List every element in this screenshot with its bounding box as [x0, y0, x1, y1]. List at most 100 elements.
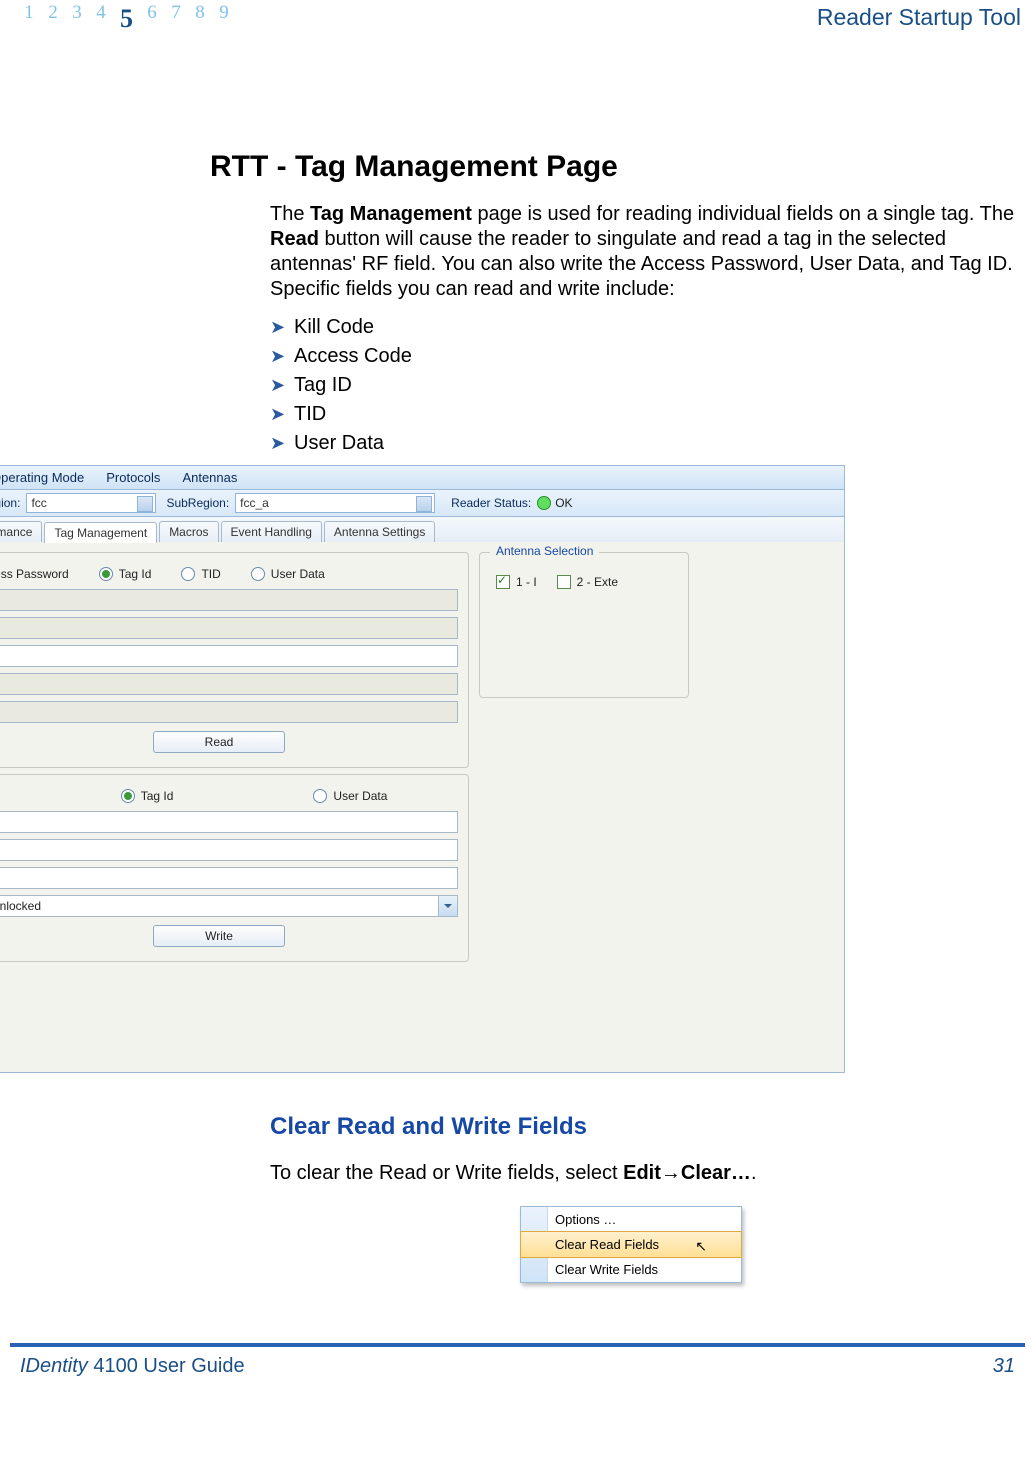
reader-status-label: Reader Status: — [451, 496, 531, 510]
edit-menu: Options … Clear Read Fields ↖ Clear Write F… — [520, 1206, 742, 1283]
chapter-number: 6 — [147, 2, 157, 32]
footer-page-number: 31 — [993, 1355, 1015, 1378]
tab[interactable]: Tag Performance — [0, 521, 42, 542]
read-field-row: User Data: — [0, 701, 458, 723]
write-field-row: Access Password: — [0, 839, 458, 861]
antenna-2-checkbox[interactable]: 2 - Exte — [557, 575, 618, 589]
footer-left: IDentity 4100 User Guide — [20, 1355, 245, 1378]
menu-item-label: Clear Read Fields — [555, 1237, 659, 1252]
edit-menu-item[interactable]: Options … — [521, 1207, 741, 1232]
tab[interactable]: Event Handling — [221, 521, 322, 542]
read-radio[interactable]: Access Password — [0, 567, 69, 581]
menu-item[interactable]: Operating Mode — [0, 470, 84, 485]
write-newtagid-input[interactable] — [0, 867, 458, 889]
subregion-value: fcc_a — [240, 496, 269, 510]
bullet-list: ➤Kill Code➤Access Code➤Tag ID➤TID➤User D… — [210, 316, 1025, 455]
subregion-label: SubRegion: — [166, 496, 229, 510]
write-tagid-input[interactable] — [0, 811, 458, 833]
read-tagid-input[interactable] — [0, 645, 458, 667]
list-item: ➤Tag ID — [270, 374, 1025, 397]
edit-menu-item[interactable]: Clear Write Fields — [521, 1257, 741, 1282]
edit-menu-item[interactable]: Clear Read Fields ↖ — [520, 1231, 742, 1258]
menu-item-label: Options … — [555, 1212, 616, 1227]
write-radio[interactable]: Tag Id — [121, 789, 174, 803]
read-radio[interactable]: TID — [181, 567, 220, 581]
section-title: RTT - Tag Management Page — [210, 150, 1025, 184]
antenna-1-checkbox[interactable]: 1 - I — [496, 575, 537, 589]
lock-value: Unlocked — [0, 899, 41, 913]
read-field-row: Kill Code: — [0, 589, 458, 611]
status-indicator: OK — [537, 496, 572, 511]
antenna-2-label: 2 - Exte — [577, 575, 618, 589]
write-field-row: New Tag ID: — [0, 867, 458, 889]
antenna-selection-group: Antenna Selection 1 - I 2 - Exte — [479, 552, 689, 698]
subregion-combo[interactable]: fcc_a — [235, 493, 435, 513]
cursor-icon: ↖ — [695, 1238, 707, 1255]
bullet-text: Access Code — [294, 345, 412, 368]
write-field-row: Tag ID: — [0, 811, 458, 833]
write-radio-row: Access PasswordTag IdUser Data — [0, 789, 458, 803]
status-dot-icon — [537, 496, 551, 510]
page-header: 123456789 Reader Startup Tool — [10, 0, 1025, 40]
read-field-row: TID: — [0, 673, 458, 695]
chapter-number: 8 — [195, 2, 205, 32]
chapter-numbers: 123456789 — [10, 2, 229, 32]
write-radio[interactable]: User Data — [313, 789, 387, 803]
antenna-group-title: Antenna Selection — [490, 544, 599, 558]
chapter-number: 3 — [72, 2, 82, 32]
chapter-number: 1 — [24, 2, 34, 32]
chapter-number: 9 — [219, 2, 229, 32]
chapter-number: 5 — [120, 4, 133, 34]
menu-item-label: Clear Write Fields — [555, 1262, 658, 1277]
read-field-row: Access Password: — [0, 617, 458, 639]
list-item: ➤User Data — [270, 432, 1025, 455]
bullet-arrow-icon: ➤ — [270, 317, 294, 338]
tab[interactable]: Macros — [159, 521, 218, 542]
region-value: fcc — [31, 496, 46, 510]
read-radio[interactable]: User Data — [251, 567, 325, 581]
chapter-number: 2 — [48, 2, 58, 32]
page-footer: IDentity 4100 User Guide 31 — [10, 1343, 1025, 1388]
bullet-text: Kill Code — [294, 316, 374, 339]
radio-icon — [251, 567, 265, 581]
radio-label: TID — [201, 567, 220, 581]
tab[interactable]: Antenna Settings — [324, 521, 435, 542]
read-radio-row: Kill CodeAccess PasswordTag IdTIDUser Da… — [0, 567, 458, 581]
write-accesspassword-input[interactable] — [0, 839, 458, 861]
list-item: ➤TID — [270, 403, 1025, 426]
region-combo[interactable]: fcc — [26, 493, 156, 513]
menu-item[interactable]: Antennas — [182, 470, 237, 485]
antenna-1-label: 1 - I — [516, 575, 537, 589]
radio-label: User Data — [271, 567, 325, 581]
read-radio[interactable]: Tag Id — [99, 567, 152, 581]
tab-row: General PageTag PerformanceTag Managemen… — [0, 517, 845, 542]
menubar: FileEditReaderOperating ModeProtocolsAnt… — [0, 465, 845, 489]
app-screenshot: FileEditReaderOperating ModeProtocolsAnt… — [0, 465, 845, 1073]
read-button[interactable]: Read — [153, 731, 285, 753]
bullet-text: User Data — [294, 432, 384, 455]
radio-icon — [99, 567, 113, 581]
region-label: Region: — [0, 496, 20, 510]
bullet-arrow-icon: ➤ — [270, 433, 294, 454]
status-value: OK — [555, 496, 572, 510]
read-killcode-input — [0, 589, 458, 611]
radio-label: Access Password — [0, 567, 69, 581]
radio-label: Tag Id — [119, 567, 152, 581]
tab-pane: Read Kill CodeAccess PasswordTag IdTIDUs… — [0, 542, 845, 1073]
menu-item[interactable]: Protocols — [106, 470, 160, 485]
toolbar: ⋮ Operating Mode Region: fcc SubRegion: … — [0, 489, 845, 517]
tab[interactable]: Tag Management — [44, 522, 157, 543]
footer-product-italic: IDentity — [20, 1355, 88, 1377]
write-button[interactable]: Write — [153, 925, 285, 947]
radio-icon — [121, 789, 135, 803]
read-accesspassword-input — [0, 617, 458, 639]
read-tid-input — [0, 673, 458, 695]
lock-combo[interactable]: Unlocked — [0, 895, 458, 917]
chapter-number: 7 — [171, 2, 181, 32]
section-intro: The Tag Management page is used for read… — [210, 202, 1025, 302]
radio-label: Tag Id — [141, 789, 174, 803]
bullet-arrow-icon: ➤ — [270, 375, 294, 396]
clear-section-title: Clear Read and Write Fields — [270, 1113, 1025, 1141]
read-field-row: Tag ID: — [0, 645, 458, 667]
radio-icon — [181, 567, 195, 581]
